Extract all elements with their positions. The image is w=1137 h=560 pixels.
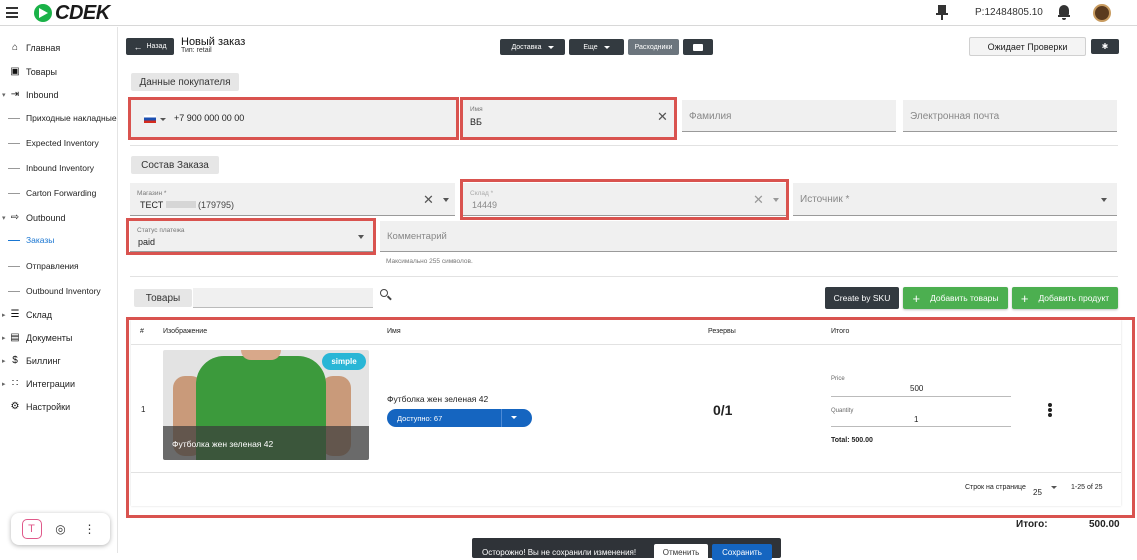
sidebar-item-documents[interactable]: ▸ ▤ Документы — [0, 327, 118, 349]
order-section-label: Состав Заказа — [131, 156, 219, 174]
gear-icon: ⚙ — [10, 401, 20, 412]
delivery-button[interactable]: Доставка — [500, 39, 565, 55]
sidebar-item-shipments[interactable]: Отправления — [0, 255, 118, 277]
sidebar-item-expected-inventory[interactable]: Expected Inventory — [0, 132, 118, 154]
back-button[interactable]: ← Назад — [126, 38, 174, 55]
cancel-button[interactable]: Отменить — [654, 544, 708, 560]
home-icon: ⌂ — [11, 42, 19, 53]
total-value: 500.00 — [1089, 519, 1120, 530]
sidebar-item-integrations[interactable]: ▸ ∷ Интеграции — [0, 373, 118, 395]
chevron-down-icon[interactable] — [443, 198, 449, 202]
box-icon: ▣ — [10, 66, 20, 77]
expenses-button[interactable]: Расходники — [628, 39, 679, 55]
unsaved-changes-toast: Осторожно! Вы не сохранили изменения! От… — [472, 538, 781, 560]
chevron-down-icon — [603, 45, 610, 49]
floating-toolbar: T ◎ ⋮ — [11, 513, 110, 545]
brand-name: CDEK — [55, 1, 110, 24]
text-tool-icon[interactable]: T — [21, 519, 42, 539]
avatar[interactable] — [1093, 4, 1111, 22]
plus-icon: + — [1020, 290, 1029, 306]
chevron-down-icon — [547, 45, 554, 49]
warehouse-icon: ☰ — [10, 309, 20, 320]
comment-button[interactable] — [683, 39, 713, 55]
sidebar-item-inbound-inventory[interactable]: Inbound Inventory — [0, 157, 118, 179]
surname-field[interactable]: Фамилия — [682, 100, 896, 132]
chevron-down-icon[interactable] — [1101, 198, 1107, 202]
inbound-icon: ⇥ — [10, 89, 20, 100]
save-button[interactable]: Сохранить — [712, 544, 772, 560]
add-goods-button[interactable]: + Добавить товары — [903, 287, 1008, 309]
dollar-icon: $ — [12, 355, 18, 366]
grid-icon: ∷ — [11, 378, 19, 389]
camera-icon[interactable]: ◎ — [51, 519, 71, 539]
sidebar-item-orders[interactable]: Заказы — [0, 229, 118, 251]
email-field[interactable]: Электронная почта — [903, 100, 1117, 132]
pin-button[interactable]: ✱ — [1091, 39, 1119, 54]
comment-field[interactable]: Комментарий — [380, 221, 1117, 252]
sidebar-item-billing[interactable]: ▸ $ Биллинг — [0, 350, 118, 372]
store-select[interactable]: Магазин * ТЕСТ (179795) ✕ — [130, 183, 455, 216]
create-by-sku-button[interactable]: Create by SKU — [825, 287, 899, 309]
tab-products[interactable]: Товары — [134, 289, 192, 307]
highlight-products — [126, 317, 1135, 518]
sidebar-item-settings[interactable]: ⚙ Настройки — [0, 396, 118, 418]
comment-hint: Максимально 255 символов. — [386, 258, 473, 265]
menu-icon[interactable] — [6, 7, 18, 18]
chat-icon — [693, 43, 703, 51]
sidebar: ⌂ Главная ▣ Товары ▾ ⇥ Inbound Приходные… — [0, 27, 118, 553]
pin-icon: ✱ — [1101, 42, 1109, 51]
more-button[interactable]: Еще — [569, 39, 624, 55]
status-badge[interactable]: Ожидает Проверки — [969, 37, 1086, 56]
chevron-right-icon: ▸ — [2, 358, 6, 365]
plus-icon: + — [912, 290, 921, 306]
add-product-button[interactable]: + Добавить продукт — [1012, 287, 1118, 309]
clear-icon[interactable]: ✕ — [423, 192, 434, 208]
sidebar-item-warehouse[interactable]: ▸ ☰ Склад — [0, 304, 118, 326]
brand-logo[interactable]: CDEK — [34, 1, 110, 24]
chevron-down-icon: ▾ — [2, 92, 6, 99]
arrow-left-icon: ← — [133, 41, 143, 52]
divider — [130, 276, 1118, 277]
chevron-down-icon: ▾ — [2, 215, 6, 222]
sidebar-item-inbound[interactable]: ▾ ⇥ Inbound — [0, 84, 118, 106]
top-bar: CDEK P:12484805.10 — [0, 0, 1137, 26]
source-select[interactable]: Источник * — [793, 183, 1117, 216]
logo-mark-icon — [34, 4, 52, 22]
document-icon: ▤ — [10, 332, 20, 343]
redacted-bar — [166, 201, 196, 208]
chevron-right-icon: ▸ — [2, 335, 6, 342]
highlight-phone — [128, 97, 459, 140]
order-type: Тип: retail — [181, 47, 212, 54]
sidebar-item-outbound-inventory[interactable]: Outbound Inventory — [0, 280, 118, 302]
bell-icon[interactable] — [1058, 5, 1070, 20]
account-id: P:12484805.10 — [975, 7, 1043, 18]
pin-icon[interactable] — [936, 5, 948, 20]
search-icon[interactable] — [380, 289, 392, 301]
highlight-warehouse — [460, 179, 789, 220]
buyer-section-label: Данные покупателя — [131, 73, 239, 91]
sidebar-item-outbound[interactable]: ▾ ⇨ Outbound — [0, 207, 118, 229]
more-vertical-icon[interactable]: ⋮ — [80, 519, 100, 539]
highlight-payment — [126, 218, 376, 255]
outbound-icon: ⇨ — [10, 212, 20, 223]
sidebar-item-receipts[interactable]: Приходные накладные — [0, 107, 118, 129]
sidebar-item-home[interactable]: ⌂ Главная — [0, 37, 118, 59]
highlight-name — [460, 97, 677, 140]
product-search-input[interactable] — [193, 288, 373, 308]
chevron-right-icon: ▸ — [2, 312, 6, 319]
divider — [130, 145, 1118, 146]
sidebar-item-carton-forwarding[interactable]: Carton Forwarding — [0, 182, 118, 204]
total-label: Итого: — [1016, 519, 1048, 530]
sidebar-item-products[interactable]: ▣ Товары — [0, 61, 118, 83]
chevron-right-icon: ▸ — [2, 381, 6, 388]
